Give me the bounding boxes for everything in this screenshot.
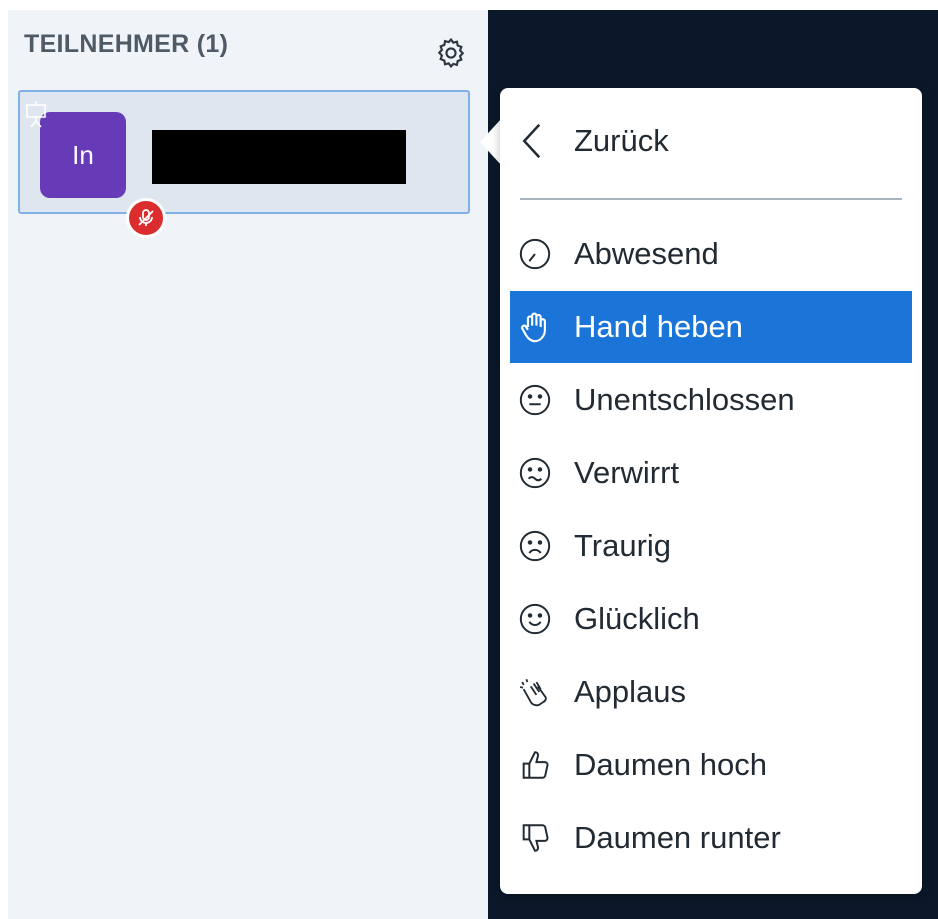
menu-item-label: Traurig	[574, 528, 672, 563]
participant-name-redacted	[152, 130, 406, 184]
menu-arrow	[480, 118, 502, 166]
participants-panel: TEILNEHMER (1) In	[8, 10, 488, 919]
menu-item-label: Daumen hoch	[574, 747, 768, 782]
menu-item-happy[interactable]: Glücklich	[510, 583, 912, 655]
thumbs-down-icon	[522, 824, 549, 852]
menu-item-away[interactable]: Abwesend	[510, 218, 912, 290]
participants-title: TEILNEHMER (1)	[24, 30, 229, 58]
menu-item-label: Hand heben	[574, 309, 743, 344]
avatar[interactable]: In	[40, 112, 166, 238]
menu-item-label: Unentschlossen	[574, 382, 795, 417]
happy-face-icon	[519, 603, 551, 635]
menu-item-thumbs-up[interactable]: Daumen hoch	[510, 729, 912, 801]
muted-badge	[126, 198, 166, 238]
avatar-initials: In	[72, 140, 94, 170]
sad-face-icon	[519, 530, 551, 562]
raised-hand-icon	[521, 312, 546, 343]
presenter-icon	[26, 101, 46, 128]
menu-item-confused[interactable]: Verwirrt	[510, 437, 912, 509]
menu-item-label: Verwirrt	[574, 455, 680, 490]
clock-icon	[519, 238, 551, 270]
menu-item-thumbs-down[interactable]: Daumen runter	[510, 802, 912, 874]
back-button[interactable]: Zurück	[510, 106, 912, 176]
menu-divider	[520, 198, 902, 200]
menu-item-raise-hand[interactable]: Hand heben	[510, 291, 912, 363]
muted-microphone-icon	[138, 209, 154, 226]
menu-item-label: Glücklich	[574, 601, 700, 636]
menu-item-applause[interactable]: Applaus	[510, 656, 912, 728]
menu-item-label: Abwesend	[574, 236, 719, 271]
neutral-face-icon	[519, 384, 551, 416]
menu-item-sad[interactable]: Traurig	[510, 510, 912, 582]
back-label: Zurück	[574, 123, 669, 158]
confused-face-icon	[519, 457, 551, 489]
menu-item-label: Daumen runter	[574, 820, 781, 855]
gear-icon[interactable]	[434, 36, 468, 70]
thumbs-up-icon	[522, 751, 549, 779]
status-menu: Zurück Abwesend Hand heben Unentschlosse…	[500, 88, 922, 894]
menu-item-label: Applaus	[574, 674, 687, 709]
chevron-left-icon	[522, 123, 541, 159]
clapping-hands-icon	[519, 679, 547, 707]
participant-list-item[interactable]: In	[18, 90, 470, 238]
menu-item-undecided[interactable]: Unentschlossen	[510, 364, 912, 436]
